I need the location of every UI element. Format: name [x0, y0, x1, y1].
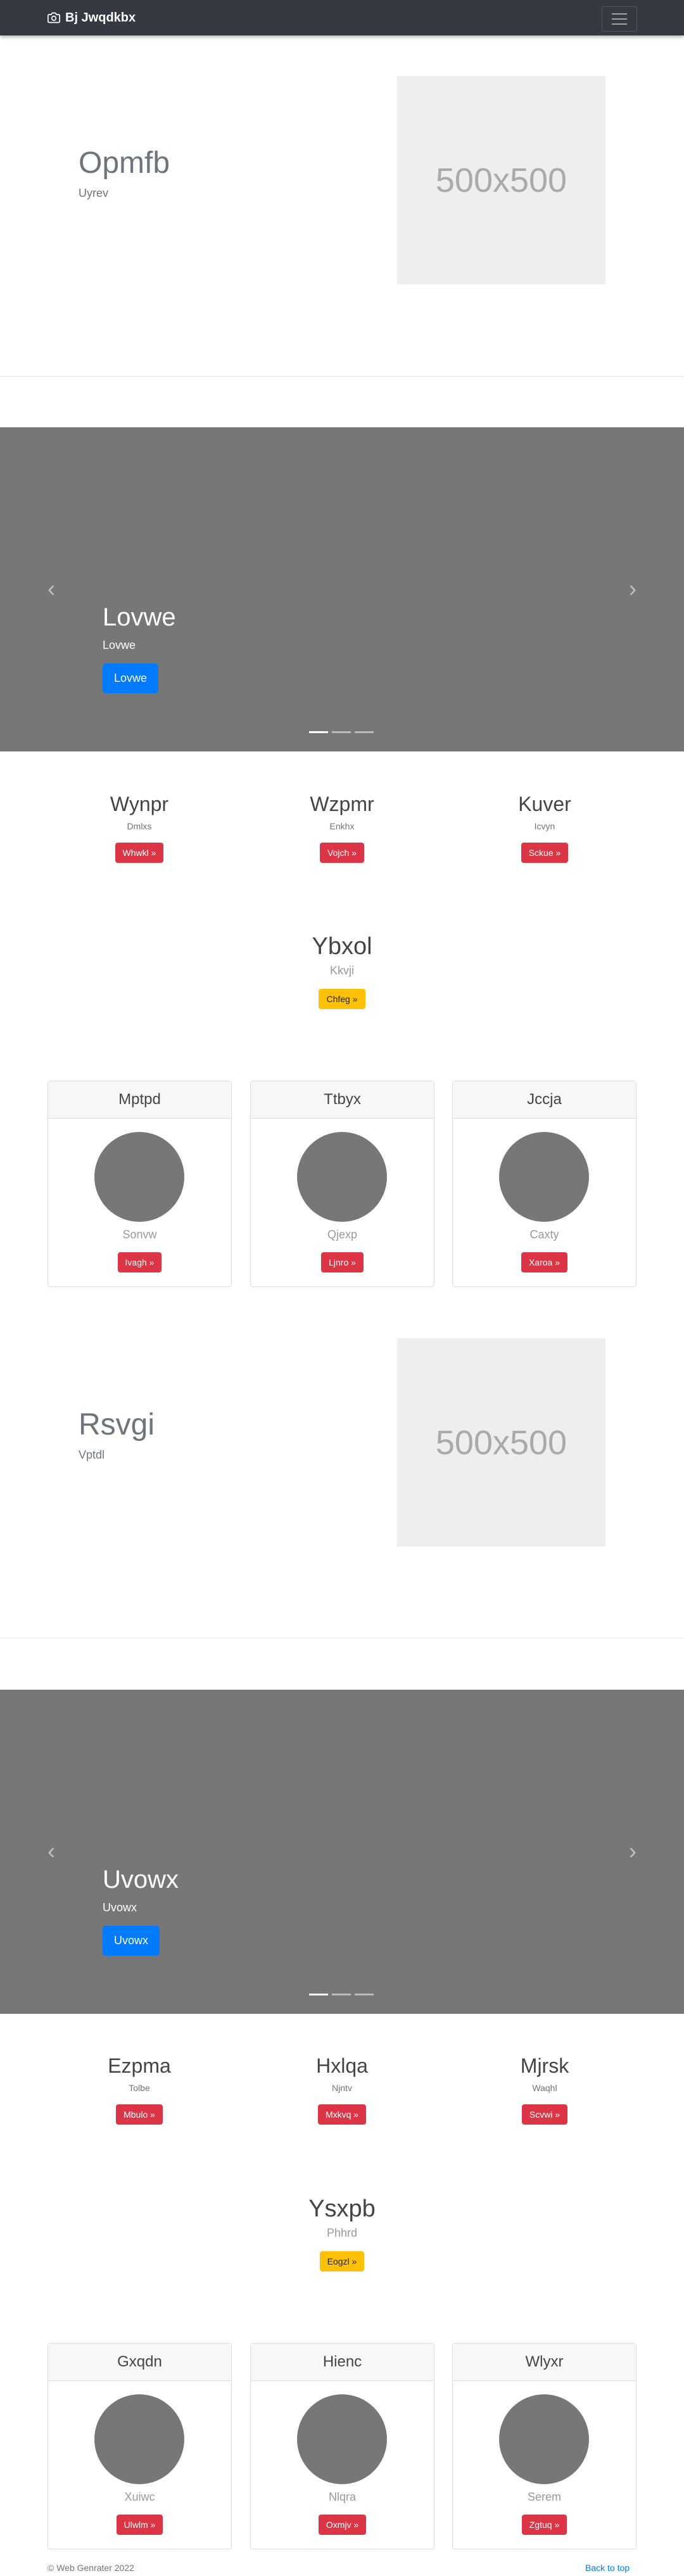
camera-icon [48, 12, 60, 23]
hero-title: Opmfb [79, 146, 170, 180]
carousel-caption-text: Lovwe [103, 639, 136, 651]
avatar [94, 2394, 184, 2484]
hamburger-icon [612, 13, 627, 15]
card: Hienc Nlqra Oxmjv » [250, 2343, 434, 2549]
placeholder-image: 500x500 [397, 76, 605, 284]
center-button[interactable]: Chfeg » [319, 989, 365, 1009]
feature-title: Mjrsk [520, 2054, 569, 2077]
feature-button[interactable]: Vojch » [320, 843, 364, 863]
feature-column: Hxlqa Njntv Mxkvq » [266, 2054, 418, 2125]
carousel-prev-button[interactable]: ‹ [42, 577, 61, 600]
feature-column: Mjrsk Waqhl Scvwi » [469, 2054, 621, 2125]
carousel-caption-button[interactable]: Uvowx [103, 1926, 160, 1956]
card: Gxqdn Xuiwc Ulwlm » [48, 2343, 232, 2549]
hero-subtitle: Vptdl [79, 1448, 105, 1461]
card: Ttbyx Qjexp Ljnro » [250, 1081, 434, 1287]
feature-subtitle: Dmlxs [127, 821, 152, 831]
card-button[interactable]: Xaroa » [521, 1252, 568, 1272]
card-button[interactable]: Oxmjv » [318, 2515, 367, 2535]
carousel-caption-text: Uvowx [103, 1901, 137, 1914]
feature-column: Ezpma Tolbe Mbulo » [63, 2054, 215, 2125]
feature-title: Hxlqa [316, 2054, 368, 2077]
card-header: Ttbyx [251, 1081, 434, 1119]
card: Mptpd Sonvw Ivagh » [48, 1081, 232, 1287]
feature-subtitle: Enkhx [329, 821, 355, 831]
card-button[interactable]: Zgtuq » [521, 2515, 567, 2535]
card-header: Gxqdn [48, 2344, 231, 2381]
navbar-toggler-button[interactable] [602, 6, 637, 32]
feature-subtitle: Waqhl [532, 2083, 557, 2093]
carousel-caption-title: Lovwe [103, 603, 176, 631]
card-header: Hienc [251, 2344, 434, 2381]
carousel-2: ‹ › Uvowx Uvowx Uvowx [0, 1690, 684, 2014]
card-subtitle: Sonvw [122, 1228, 157, 1241]
card-subtitle: Serem [527, 2491, 561, 2503]
avatar [499, 2394, 589, 2484]
feature-button[interactable]: Scvwi » [521, 2104, 568, 2125]
card-button[interactable]: Ulwlm » [116, 2515, 163, 2535]
card-header: Jccja [453, 1081, 636, 1119]
carousel-indicator-2[interactable] [332, 1994, 351, 1995]
carousel-indicator-2[interactable] [332, 731, 351, 733]
card-button[interactable]: Ljnro » [321, 1252, 364, 1272]
carousel-caption-title: Uvowx [103, 1866, 179, 1894]
divider [0, 376, 684, 377]
carousel-indicator-3[interactable] [355, 1994, 374, 1995]
avatar [297, 1132, 387, 1222]
carousel-indicators [309, 731, 374, 733]
feature-title: Ezpma [108, 2054, 171, 2077]
navbar-brand[interactable]: Bj Jwqdkbx [48, 10, 136, 25]
avatar [297, 2394, 387, 2484]
carousel-next-button[interactable]: › [623, 1840, 642, 1863]
feature-button[interactable]: Sckue » [521, 843, 569, 863]
hero-subtitle: Uyrev [79, 187, 109, 199]
footer-copyright: © Web Genrater 2022 [48, 2563, 134, 2573]
carousel-next-button[interactable]: › [623, 577, 642, 600]
carousel-1: ‹ › Lovwe Lovwe Lovwe [0, 427, 684, 751]
feature-subtitle: Icvyn [534, 821, 555, 831]
card: Wlyxr Serem Zgtuq » [452, 2343, 636, 2549]
feature-title: Wynpr [110, 793, 169, 815]
back-to-top-link[interactable]: Back to top [585, 2563, 630, 2573]
feature-column: Wzpmr Enkhx Vojch » [266, 793, 418, 863]
carousel-indicator-1[interactable] [309, 731, 328, 733]
center-title: Ysxpb [308, 2196, 376, 2222]
feature-subtitle: Njntv [332, 2083, 352, 2093]
avatar [499, 1132, 589, 1222]
hero-title: Rsvgi [79, 1408, 155, 1442]
center-subtitle: Phhrd [326, 2227, 358, 2239]
center-title: Ybxol [312, 933, 372, 960]
feature-title: Wzpmr [310, 793, 374, 815]
card-subtitle: Nlqra [328, 2491, 356, 2503]
feature-title: Kuver [518, 793, 571, 815]
center-callout: Ysxpb Phhrd Eogzl » [215, 2196, 469, 2271]
feature-button[interactable]: Mxkvq » [317, 2104, 367, 2125]
carousel-indicator-3[interactable] [355, 731, 374, 733]
center-subtitle: Kkvji [329, 964, 354, 977]
feature-column: Wynpr Dmlxs Whwkl » [63, 793, 215, 863]
card-subtitle: Xuiwc [124, 2491, 155, 2503]
feature-column: Kuver Icvyn Sckue » [469, 793, 621, 863]
card-subtitle: Caxty [529, 1228, 559, 1241]
carousel-indicators [309, 1994, 374, 1995]
feature-button[interactable]: Whwkl » [115, 843, 164, 863]
placeholder-image: 500x500 [397, 1338, 605, 1547]
avatar [94, 1132, 184, 1222]
carousel-caption-button[interactable]: Lovwe [103, 663, 159, 693]
card: Jccja Caxty Xaroa » [452, 1081, 636, 1287]
feature-button[interactable]: Mbulo » [116, 2104, 163, 2125]
carousel-prev-button[interactable]: ‹ [42, 1840, 61, 1863]
center-button[interactable]: Eogzl » [319, 2251, 365, 2271]
carousel-indicator-1[interactable] [309, 1994, 328, 1995]
center-callout: Ybxol Kkvji Chfeg » [215, 933, 469, 1009]
card-header: Mptpd [48, 1081, 231, 1119]
card-subtitle: Qjexp [327, 1228, 358, 1241]
feature-subtitle: Tolbe [129, 2083, 150, 2093]
brand-label: Bj Jwqdkbx [65, 10, 136, 25]
card-header: Wlyxr [453, 2344, 636, 2381]
card-button[interactable]: Ivagh » [117, 1252, 162, 1272]
navbar: Bj Jwqdkbx [0, 0, 684, 35]
